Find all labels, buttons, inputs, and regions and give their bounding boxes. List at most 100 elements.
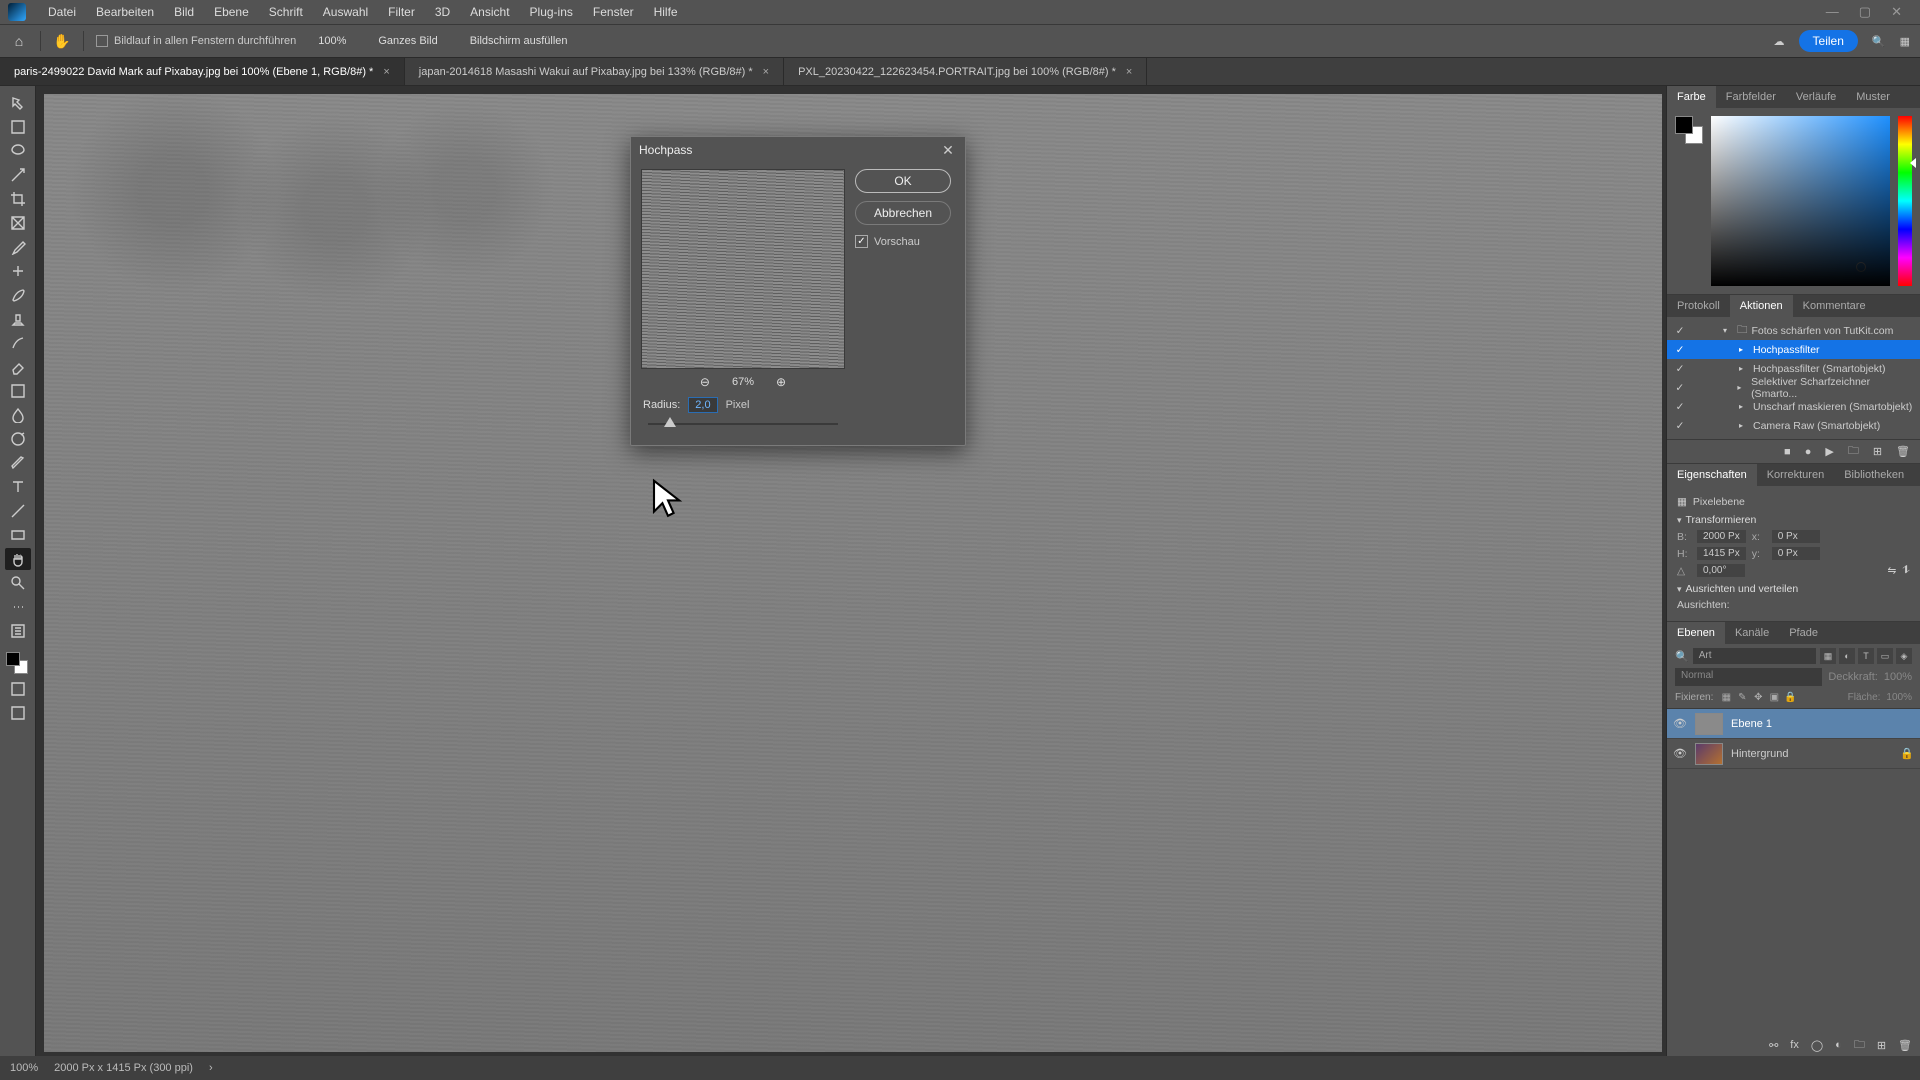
close-icon[interactable]: ✕ bbox=[939, 142, 957, 159]
minimize-icon[interactable]: — bbox=[1826, 4, 1839, 20]
filter-type-icon[interactable]: T bbox=[1858, 648, 1874, 664]
flip-h-icon[interactable]: ⇋ bbox=[1888, 565, 1897, 577]
menu-ansicht[interactable]: Ansicht bbox=[460, 1, 519, 23]
link-icon[interactable]: ⚯ bbox=[1769, 1039, 1778, 1052]
record-icon[interactable]: ● bbox=[1805, 446, 1812, 458]
screenmode-icon[interactable] bbox=[5, 702, 31, 724]
document-tab[interactable]: japan-2014618 Masashi Wakui auf Pixabay.… bbox=[405, 58, 784, 85]
delete-layer-icon[interactable]: 🗑 bbox=[1898, 1039, 1912, 1052]
dodge-tool[interactable] bbox=[5, 428, 31, 450]
stop-icon[interactable]: ■ bbox=[1784, 446, 1791, 458]
filter-adjust-icon[interactable]: ◐ bbox=[1839, 648, 1855, 664]
fill-value[interactable]: 100% bbox=[1886, 692, 1912, 703]
angle-value[interactable]: 0,00° bbox=[1697, 564, 1745, 577]
group-icon[interactable]: 🗀 bbox=[1854, 1036, 1865, 1055]
search-icon[interactable]: 🔍 bbox=[1872, 35, 1886, 48]
y-value[interactable]: 0 Px bbox=[1772, 547, 1820, 560]
zoom-out-icon[interactable]: ⊖ bbox=[700, 375, 710, 389]
filter-pixel-icon[interactable]: ▦ bbox=[1820, 648, 1836, 664]
tab-aktionen[interactable]: Aktionen bbox=[1730, 295, 1793, 317]
lock-nest-icon[interactable]: ▣ bbox=[1767, 690, 1781, 704]
adjustment-icon[interactable]: ◐ bbox=[1835, 1039, 1842, 1051]
blend-mode-select[interactable]: Normal bbox=[1675, 668, 1822, 686]
flip-v-icon[interactable]: ⥮ bbox=[1902, 564, 1910, 577]
disclosure-icon[interactable]: ▸ bbox=[1739, 421, 1749, 430]
search-icon[interactable]: 🔍 bbox=[1675, 650, 1689, 663]
menu-3d[interactable]: 3D bbox=[425, 1, 460, 23]
menu-filter[interactable]: Filter bbox=[378, 1, 425, 23]
zoom-tool[interactable] bbox=[5, 572, 31, 594]
status-chevron-icon[interactable]: › bbox=[209, 1062, 213, 1074]
tab-kommentare[interactable]: Kommentare bbox=[1793, 295, 1876, 317]
menu-bild[interactable]: Bild bbox=[164, 1, 204, 23]
layer-row[interactable]: 👁 Hintergrund🔒 bbox=[1667, 739, 1920, 769]
fit-screen-button[interactable]: Ganzes Bild bbox=[368, 33, 447, 49]
quickmask-icon[interactable] bbox=[5, 678, 31, 700]
action-row[interactable]: ✓▸Hochpassfilter bbox=[1667, 340, 1920, 359]
fg-bg-swatches[interactable] bbox=[1675, 116, 1703, 144]
close-icon[interactable]: ✕ bbox=[1891, 4, 1902, 20]
marquee-tool[interactable] bbox=[5, 116, 31, 138]
more-tool[interactable] bbox=[5, 596, 31, 618]
disclosure-icon[interactable]: ▸ bbox=[1739, 402, 1749, 411]
lock-trans-icon[interactable]: ▦ bbox=[1719, 690, 1733, 704]
tab-verläufe[interactable]: Verläufe bbox=[1786, 86, 1846, 108]
new-layer-icon[interactable]: ⊞ bbox=[1877, 1039, 1886, 1052]
lock-all-icon[interactable]: 🔒 bbox=[1783, 690, 1797, 704]
new-set-icon[interactable]: 🗀 bbox=[1848, 442, 1859, 461]
menu-schrift[interactable]: Schrift bbox=[259, 1, 313, 23]
eraser-tool[interactable] bbox=[5, 356, 31, 378]
visibility-icon[interactable]: 👁 bbox=[1673, 717, 1687, 730]
disclosure-icon[interactable]: ▸ bbox=[1739, 345, 1749, 354]
type-tool[interactable] bbox=[5, 476, 31, 498]
share-button[interactable]: Teilen bbox=[1799, 30, 1858, 52]
wand-tool[interactable] bbox=[5, 164, 31, 186]
lock-paint-icon[interactable]: ✎ bbox=[1735, 690, 1749, 704]
filter-smart-icon[interactable]: ◈ bbox=[1896, 648, 1912, 664]
color-field[interactable] bbox=[1711, 116, 1890, 286]
tab-pfade[interactable]: Pfade bbox=[1779, 622, 1828, 644]
ok-button[interactable]: OK bbox=[855, 169, 951, 193]
menu-bearbeiten[interactable]: Bearbeiten bbox=[86, 1, 164, 23]
frame-tool[interactable] bbox=[5, 212, 31, 234]
play-icon[interactable]: ▶ bbox=[1825, 445, 1833, 458]
check-icon[interactable]: ✓ bbox=[1673, 363, 1687, 375]
close-icon[interactable]: × bbox=[1126, 66, 1132, 78]
lock-pos-icon[interactable]: ✥ bbox=[1751, 690, 1765, 704]
hand-tool-icon[interactable]: ✋ bbox=[53, 33, 71, 50]
tab-farbe[interactable]: Farbe bbox=[1667, 86, 1716, 108]
visibility-icon[interactable]: 👁 bbox=[1673, 747, 1687, 760]
menu-plug-ins[interactable]: Plug-ins bbox=[520, 1, 583, 23]
filter-preview[interactable] bbox=[641, 169, 845, 369]
mask-icon[interactable]: ◯ bbox=[1811, 1039, 1823, 1052]
action-row[interactable]: ✓▸Unscharf maskieren (Smartobjekt) bbox=[1667, 397, 1920, 416]
menu-fenster[interactable]: Fenster bbox=[583, 1, 644, 23]
tab-korrekturen[interactable]: Korrekturen bbox=[1757, 464, 1834, 486]
eyedropper-tool[interactable] bbox=[5, 236, 31, 258]
zoom-100-button[interactable]: 100% bbox=[308, 33, 356, 49]
dialog-titlebar[interactable]: Hochpass ✕ bbox=[631, 137, 965, 163]
cancel-button[interactable]: Abbrechen bbox=[855, 201, 951, 225]
menu-auswahl[interactable]: Auswahl bbox=[313, 1, 378, 23]
new-action-icon[interactable]: ⊞ bbox=[1873, 445, 1882, 458]
close-icon[interactable]: × bbox=[763, 66, 769, 78]
disclosure-icon[interactable]: ▸ bbox=[1737, 383, 1747, 392]
maximize-icon[interactable]: ▢ bbox=[1859, 4, 1871, 20]
tab-farbfelder[interactable]: Farbfelder bbox=[1716, 86, 1786, 108]
preview-checkbox[interactable]: ✓ Vorschau bbox=[855, 235, 951, 248]
blur-tool[interactable] bbox=[5, 404, 31, 426]
check-icon[interactable]: ✓ bbox=[1673, 401, 1687, 413]
fx-icon[interactable]: fx bbox=[1790, 1039, 1799, 1051]
home-icon[interactable]: ⌂ bbox=[10, 33, 28, 49]
disclosure-icon[interactable]: ▸ bbox=[1739, 364, 1749, 373]
move-tool[interactable] bbox=[5, 92, 31, 114]
hand-tool[interactable] bbox=[5, 548, 31, 570]
cloud-icon[interactable]: ☁ bbox=[1774, 35, 1785, 48]
close-icon[interactable]: × bbox=[383, 66, 389, 78]
x-value[interactable]: 0 Px bbox=[1772, 530, 1820, 543]
document-tab[interactable]: paris-2499022 David Mark auf Pixabay.jpg… bbox=[0, 58, 405, 85]
lasso-tool[interactable] bbox=[5, 140, 31, 162]
filter-kind-select[interactable]: Art bbox=[1693, 648, 1816, 664]
action-row[interactable]: ✓▾🗀 Fotos schärfen von TutKit.com bbox=[1667, 321, 1920, 340]
hue-slider[interactable] bbox=[1898, 116, 1912, 286]
